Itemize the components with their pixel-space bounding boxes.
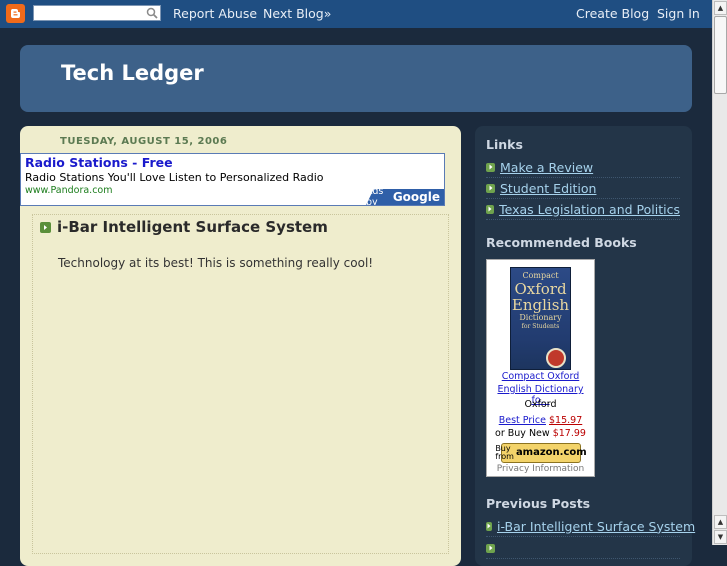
bullet-arrow-icon xyxy=(486,183,495,193)
buy-from-amazon-button[interactable]: Buy from amazon.com xyxy=(495,443,587,463)
previous-post-item-cut-off[interactable] xyxy=(486,538,680,559)
sidebar-link-label[interactable]: Student Edition xyxy=(500,181,596,196)
ad-url[interactable]: www.Pandora.com xyxy=(25,185,112,196)
cover-line-1: Compact xyxy=(522,271,559,280)
ads-by-google-badge[interactable]: Ads by Google xyxy=(366,189,444,205)
post-date: TUESDAY, AUGUST 15, 2006 xyxy=(60,136,228,147)
main-column: TUESDAY, AUGUST 15, 2006 Radio Stations … xyxy=(20,126,461,566)
navbar-search-input[interactable] xyxy=(33,5,161,21)
cover-line-3: English xyxy=(511,296,570,314)
amazon-book-widget: Compact Oxford English Dictionary for St… xyxy=(486,259,595,477)
previous-post-link[interactable]: i-Bar Intelligent Surface System xyxy=(497,519,695,534)
ad-text: Radio Stations You'll Love Listen to Per… xyxy=(25,171,324,184)
ad-badge-brand: Google xyxy=(392,190,440,204)
post-body: Technology at its best! This is somethin… xyxy=(58,256,374,270)
buy-button-brand: amazon.com xyxy=(515,447,587,458)
book-title-link-line1[interactable]: Compact Oxford xyxy=(487,371,594,382)
post-title-row: i-Bar Intelligent Surface System xyxy=(40,217,328,237)
bullet-arrow-icon xyxy=(486,521,492,531)
buy-button-bottom: from xyxy=(495,452,514,461)
bullet-arrow-icon xyxy=(486,162,495,172)
sidebar-link-label[interactable]: Texas Legislation and Politics xyxy=(499,202,680,217)
privacy-information-link[interactable]: Privacy Information xyxy=(487,464,594,474)
book-author: Oxford xyxy=(524,399,557,410)
best-price-row: Best Price $15.97 xyxy=(487,415,594,426)
report-abuse-link[interactable]: Report Abuse xyxy=(173,6,257,21)
post-arrow-icon xyxy=(40,221,51,233)
sidebar: Links Make a Review Student Edition Texa… xyxy=(475,126,695,566)
cover-line-4: Dictionary xyxy=(519,313,562,322)
sidebar-link-student-edition[interactable]: Student Edition xyxy=(486,178,680,199)
cover-line-5: for Students xyxy=(521,323,560,330)
buy-new-label: or Buy New xyxy=(495,428,550,439)
blog-title[interactable]: Tech Ledger xyxy=(61,61,204,85)
scroll-down-arrow-icon[interactable]: ▼ xyxy=(714,530,727,544)
oxford-seal-icon xyxy=(546,348,566,368)
ad-unit[interactable]: Radio Stations - Free Radio Stations You… xyxy=(20,153,445,206)
previous-posts-heading: Previous Posts xyxy=(486,496,591,511)
search-icon[interactable] xyxy=(146,7,158,19)
ad-title-link[interactable]: Radio Stations - Free xyxy=(25,155,173,170)
blogger-navbar: Report Abuse Next Blog» Create Blog Sign… xyxy=(0,0,712,28)
recommended-books-heading: Recommended Books xyxy=(486,235,637,250)
scrollbar-thumb[interactable] xyxy=(714,16,727,94)
best-price-value[interactable]: $15.97 xyxy=(549,415,582,426)
blogger-logo-icon[interactable] xyxy=(6,4,25,23)
bullet-arrow-icon xyxy=(486,204,495,214)
sidebar-link-label[interactable]: Make a Review xyxy=(500,160,593,175)
sidebar-link-make-a-review[interactable]: Make a Review xyxy=(486,157,680,178)
scroll-down-icon[interactable]: ▲ xyxy=(714,515,727,529)
book-cover-image[interactable]: Compact Oxford English Dictionary for St… xyxy=(510,267,571,370)
vertical-scrollbar[interactable]: ▲ ▲ ▼ xyxy=(712,0,727,545)
previous-post-item[interactable]: i-Bar Intelligent Surface System xyxy=(486,516,695,537)
sidebar-link-texas-legislation[interactable]: Texas Legislation and Politics xyxy=(486,199,680,220)
next-blog-link[interactable]: Next Blog» xyxy=(263,6,331,21)
create-blog-link[interactable]: Create Blog xyxy=(576,6,649,21)
best-price-link[interactable]: Best Price xyxy=(499,415,546,426)
buy-new-price: $17.99 xyxy=(552,428,586,439)
sign-in-link[interactable]: Sign In xyxy=(657,6,700,21)
blog-header: Tech Ledger xyxy=(20,45,692,112)
scroll-up-icon[interactable]: ▲ xyxy=(714,1,727,15)
ad-badge-prefix: Ads by xyxy=(366,186,384,208)
post-title[interactable]: i-Bar Intelligent Surface System xyxy=(57,218,328,236)
links-heading: Links xyxy=(486,137,523,152)
buy-new-row: or Buy New $17.99 xyxy=(487,428,594,439)
